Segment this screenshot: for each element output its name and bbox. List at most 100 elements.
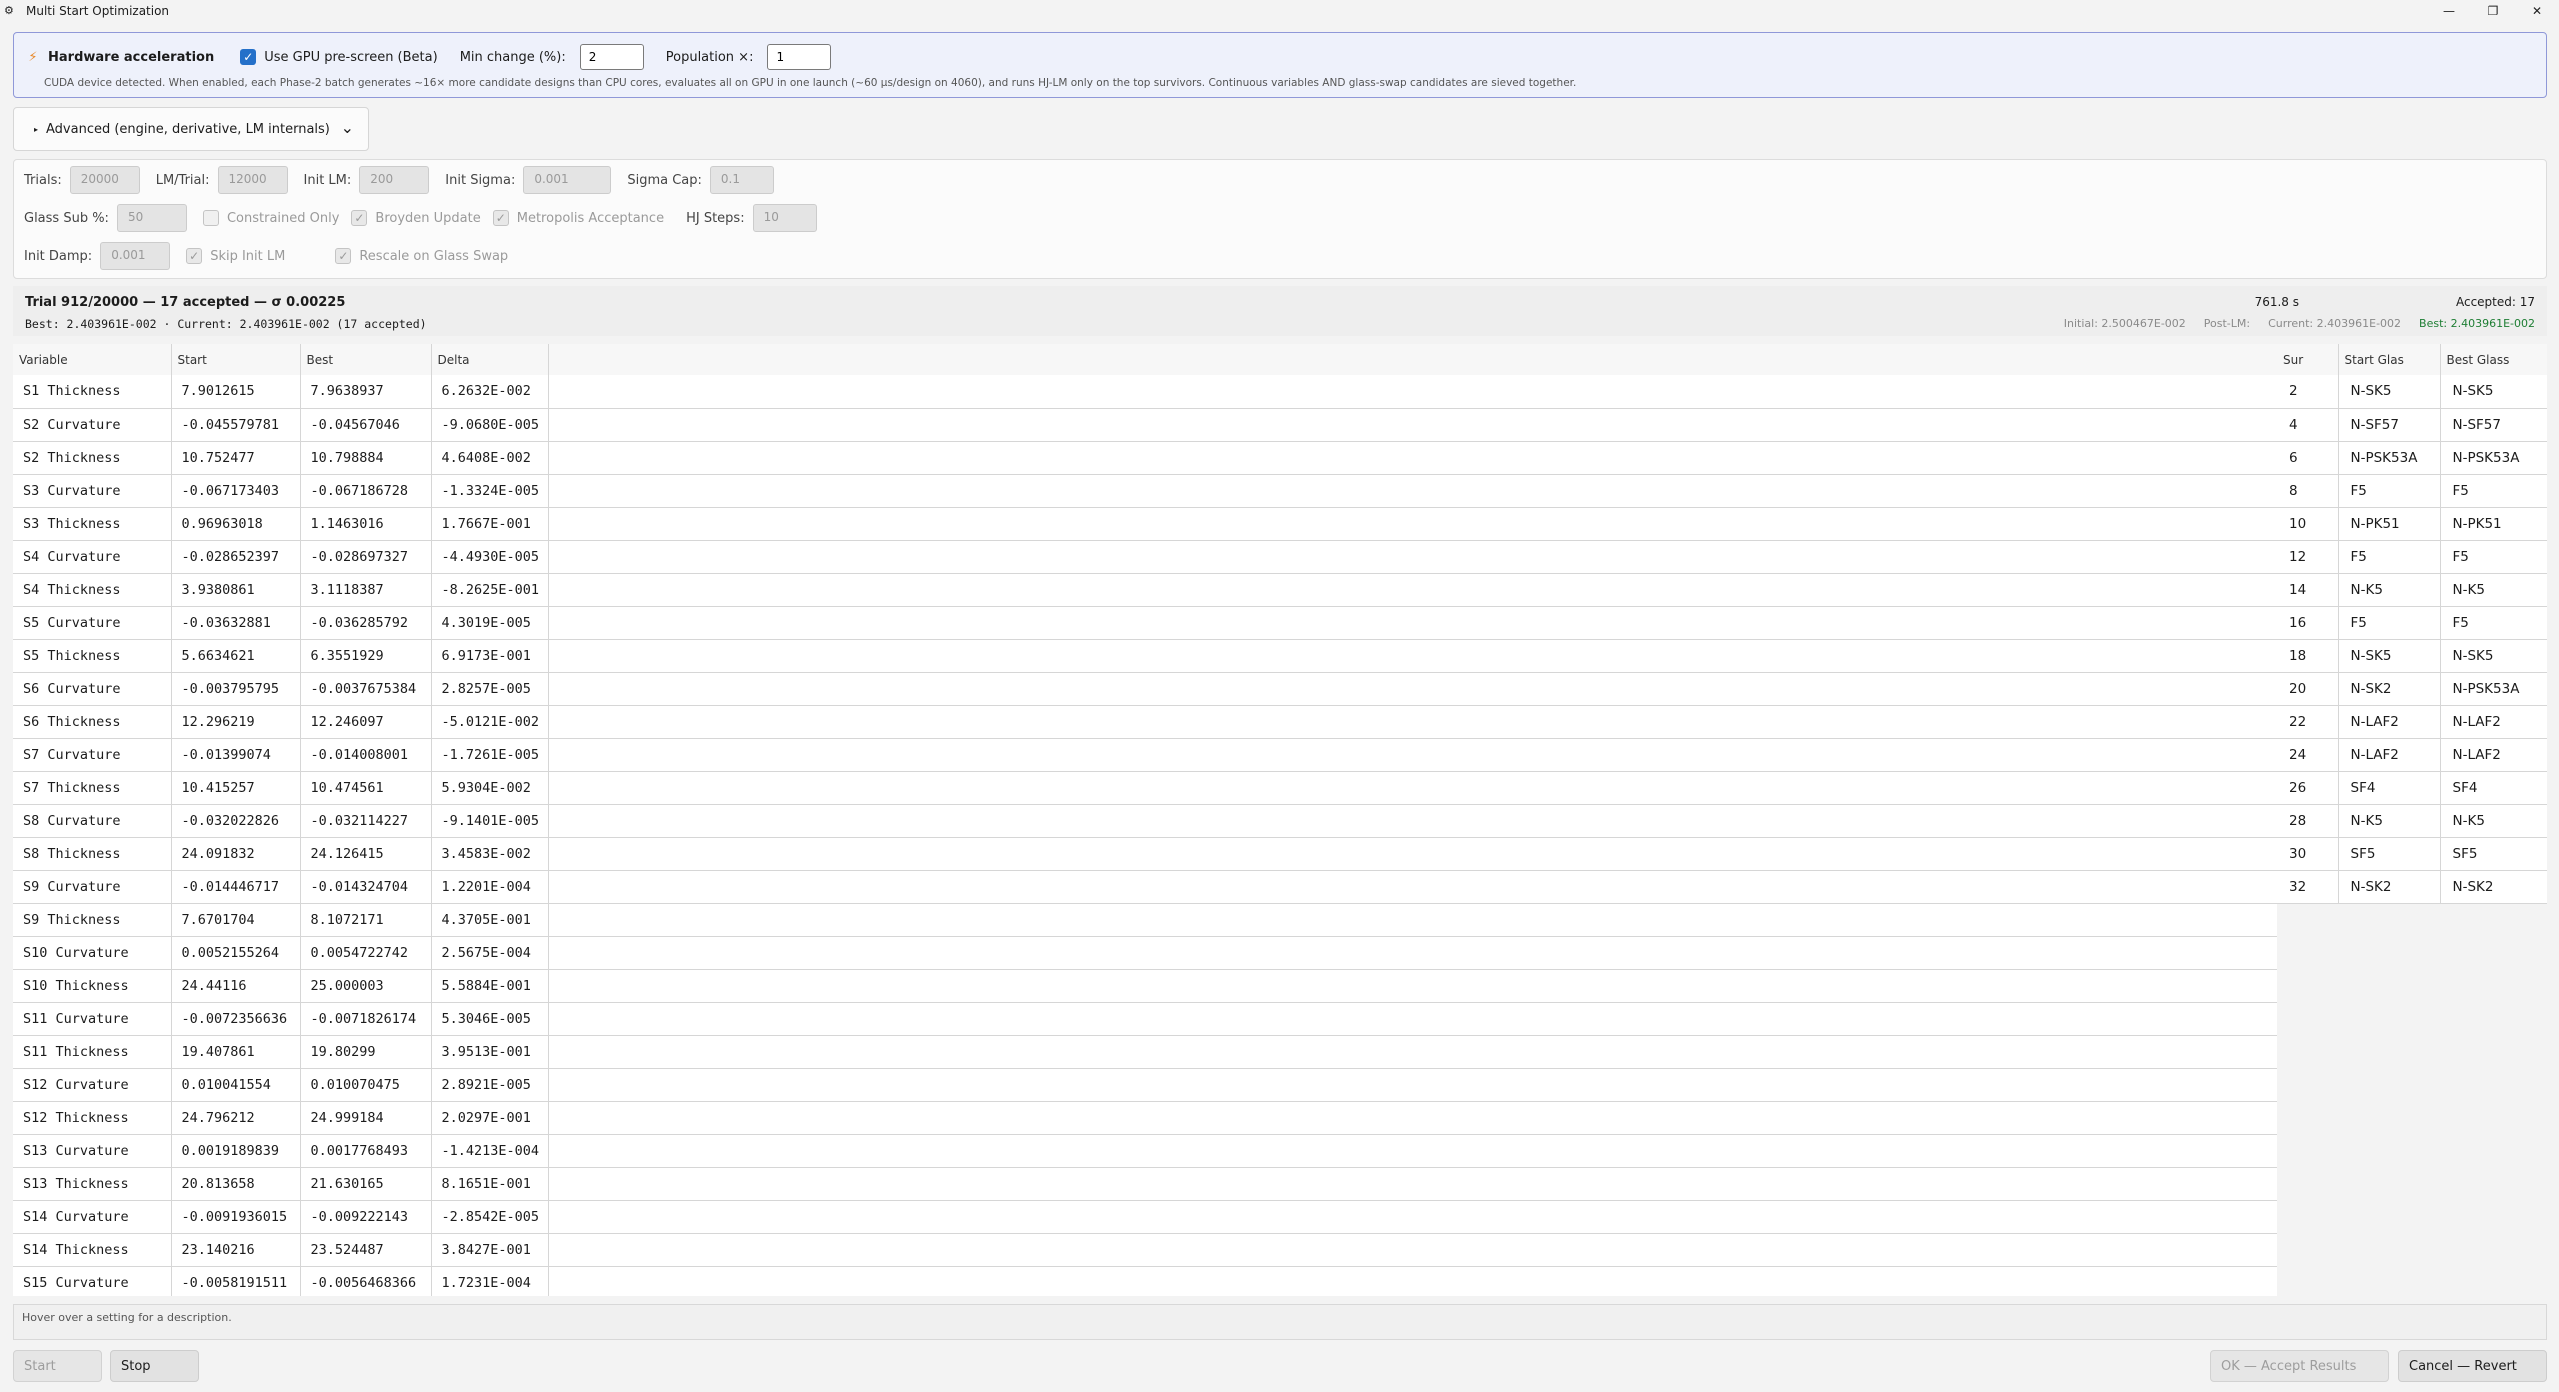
table-row[interactable]: S10 Thickness 24.44116 25.000003 5.5884E-00… (13, 969, 2277, 1003)
table-row[interactable]: S6 Curvature -0.003795795 -0.0037675384 2.8… (13, 672, 2277, 706)
close-button[interactable]: ✕ (2515, 0, 2559, 22)
sigma-cap-label: Sigma Cap: (627, 172, 702, 188)
column-header-start-glass[interactable]: Start Glas (2338, 344, 2441, 375)
column-header-variable[interactable]: Variable (13, 344, 172, 375)
cell-start-glass: N-SK5 (2338, 639, 2441, 673)
cell-filler (548, 441, 2277, 475)
maximize-button[interactable]: ❐ (2471, 0, 2515, 22)
cell-start-glass: F5 (2338, 606, 2441, 640)
table-row[interactable]: S10 Curvature 0.0052155264 0.0054722742 2.5… (13, 936, 2277, 970)
column-header-filler (548, 344, 2277, 375)
table-row[interactable]: 20 N-SK2 N-PSK53A (2277, 672, 2547, 706)
table-row[interactable]: 26 SF4 SF4 (2277, 771, 2547, 805)
table-row[interactable]: S13 Thickness 20.813658 21.630165 8.1651E-0… (13, 1167, 2277, 1201)
constrained-only-checkbox[interactable] (202, 210, 219, 226)
table-row[interactable]: S9 Thickness 7.6701704 8.1072171 4.3705E-00… (13, 903, 2277, 937)
table-row[interactable]: S4 Thickness 3.9380861 3.1118387 -8.2625E-0… (13, 573, 2277, 607)
trials-input[interactable]: 20000 (69, 166, 140, 194)
hardware-acceleration-title: Hardware acceleration (48, 49, 215, 65)
table-row[interactable]: S12 Thickness 24.796212 24.999184 2.0297E-0… (13, 1101, 2277, 1135)
table-row[interactable]: S1 Thickness 7.9012615 7.9638937 6.2632E-00… (13, 375, 2277, 409)
table-row[interactable]: 32 N-SK2 N-SK2 (2277, 870, 2547, 904)
column-header-surface[interactable]: Sur (2277, 344, 2339, 375)
gpu-prescreen-label: Use GPU pre-screen (Beta) (264, 49, 438, 65)
population-input[interactable] (767, 44, 832, 70)
init-damp-input[interactable]: 0.001 (100, 242, 171, 270)
table-row[interactable]: S2 Curvature -0.045579781 -0.04567046 -9.06… (13, 408, 2277, 442)
table-row[interactable]: S3 Curvature -0.067173403 -0.067186728 -1.3… (13, 474, 2277, 508)
table-row[interactable]: S6 Thickness 12.296219 12.246097 -5.0121E-0… (13, 705, 2277, 739)
table-row[interactable]: S12 Curvature 0.010041554 0.010070475 2.892… (13, 1068, 2277, 1102)
table-row[interactable]: S14 Curvature -0.0091936015 -0.009222143 -2… (13, 1200, 2277, 1234)
cell-delta: 1.2201E-004 (431, 870, 549, 904)
table-row[interactable]: S2 Thickness 10.752477 10.798884 4.6408E-00… (13, 441, 2277, 475)
broyden-update-checkbox[interactable]: ✓ (351, 210, 368, 226)
minimize-button[interactable]: — (2427, 0, 2471, 22)
table-row[interactable]: 22 N-LAF2 N-LAF2 (2277, 705, 2547, 739)
column-header-delta[interactable]: Delta (431, 344, 549, 375)
table-row[interactable]: S8 Thickness 24.091832 24.126415 3.4583E-00… (13, 837, 2277, 871)
table-row[interactable]: 24 N-LAF2 N-LAF2 (2277, 738, 2547, 772)
glass-table: Sur Start Glas Best Glass 2 N-SK5 N-SK5 4 N-… (2277, 344, 2547, 904)
gpu-prescreen-checkbox[interactable]: ✓ (240, 49, 257, 65)
table-row[interactable]: S3 Thickness 0.96963018 1.1463016 1.7667E-0… (13, 507, 2277, 541)
table-row[interactable]: S4 Curvature -0.028652397 -0.028697327 -4.4… (13, 540, 2277, 574)
table-row[interactable]: S7 Curvature -0.01399074 -0.014008001 -1.72… (13, 738, 2277, 772)
table-row[interactable]: S7 Thickness 10.415257 10.474561 5.9304E-00… (13, 771, 2277, 805)
table-row[interactable]: S11 Curvature -0.0072356636 -0.0071826174 5… (13, 1002, 2277, 1036)
rescale-glass-swap-checkbox[interactable]: ✓ (335, 248, 352, 264)
column-header-best[interactable]: Best (300, 344, 432, 375)
advanced-toggle[interactable]: ▸ Advanced (engine, derivative, LM inter… (13, 107, 369, 151)
table-row[interactable]: S9 Curvature -0.014446717 -0.014324704 1.22… (13, 870, 2277, 904)
init-sigma-input[interactable]: 0.001 (523, 166, 612, 194)
init-lm-input[interactable]: 200 (359, 166, 430, 194)
cell-best: 19.80299 (300, 1035, 432, 1069)
table-row[interactable]: 4 N-SF57 N-SF57 (2277, 408, 2547, 442)
glass-sub-input[interactable]: 50 (116, 204, 187, 232)
cell-delta: 6.9173E-001 (431, 639, 549, 673)
table-row[interactable]: 6 N-PSK53A N-PSK53A (2277, 441, 2547, 475)
sigma-cap-input[interactable]: 0.1 (709, 166, 774, 194)
lm-trial-input[interactable]: 12000 (217, 166, 288, 194)
column-header-start[interactable]: Start (171, 344, 301, 375)
cell-start: -0.045579781 (171, 408, 301, 442)
table-row[interactable]: 18 N-SK5 N-SK5 (2277, 639, 2547, 673)
cell-best-glass: F5 (2440, 606, 2547, 640)
table-row[interactable]: 12 F5 F5 (2277, 540, 2547, 574)
merit-summary: Initial: 2.500467E-002 Post-LM: Current:… (2064, 317, 2535, 330)
table-row[interactable]: 8 F5 F5 (2277, 474, 2547, 508)
column-header-best-glass[interactable]: Best Glass (2440, 344, 2547, 375)
skip-init-lm-checkbox[interactable]: ✓ (186, 248, 203, 264)
table-row[interactable]: 2 N-SK5 N-SK5 (2277, 375, 2547, 409)
cell-surface: 18 (2277, 639, 2339, 673)
table-row[interactable]: 30 SF5 SF5 (2277, 837, 2547, 871)
table-row[interactable]: S13 Curvature 0.0019189839 0.0017768493 -1.… (13, 1134, 2277, 1168)
table-row[interactable]: S5 Curvature -0.03632881 -0.036285792 4.301… (13, 606, 2277, 640)
cell-variable: S10 Curvature (13, 936, 172, 970)
table-row[interactable]: S11 Thickness 19.407861 19.80299 3.9513E-00… (13, 1035, 2277, 1069)
table-row[interactable]: S8 Curvature -0.032022826 -0.032114227 -9.1… (13, 804, 2277, 838)
accept-results-button[interactable]: OK — Accept Results (2210, 1350, 2389, 1382)
min-change-input[interactable] (579, 44, 644, 70)
cell-variable: S6 Curvature (13, 672, 172, 706)
rescale-glass-swap-label: Rescale on Glass Swap (359, 248, 509, 264)
metropolis-acceptance-checkbox[interactable]: ✓ (492, 210, 509, 226)
cell-variable: S13 Thickness (13, 1167, 172, 1201)
stop-button[interactable]: Stop (110, 1350, 199, 1382)
table-row[interactable]: 28 N-K5 N-K5 (2277, 804, 2547, 838)
best-merit: Best: 2.403961E-002 (2419, 317, 2535, 330)
cancel-revert-button[interactable]: Cancel — Revert (2398, 1350, 2547, 1382)
cell-best: 25.000003 (300, 969, 432, 1003)
table-row[interactable]: S15 Curvature -0.0058191511 -0.0056468366 1… (13, 1266, 2277, 1296)
cell-filler (548, 1233, 2277, 1267)
start-button[interactable]: Start (13, 1350, 102, 1382)
table-row[interactable]: 16 F5 F5 (2277, 606, 2547, 640)
table-row[interactable]: S5 Thickness 5.6634621 6.3551929 6.9173E-00… (13, 639, 2277, 673)
table-row[interactable]: S14 Thickness 23.140216 23.524487 3.8427E-0… (13, 1233, 2277, 1267)
table-row[interactable]: 10 N-PK51 N-PK51 (2277, 507, 2547, 541)
cell-delta: 3.8427E-001 (431, 1233, 549, 1267)
table-row[interactable]: 14 N-K5 N-K5 (2277, 573, 2547, 607)
hj-steps-input[interactable]: 10 (752, 204, 817, 232)
cell-delta: 8.1651E-001 (431, 1167, 549, 1201)
cell-surface: 30 (2277, 837, 2339, 871)
